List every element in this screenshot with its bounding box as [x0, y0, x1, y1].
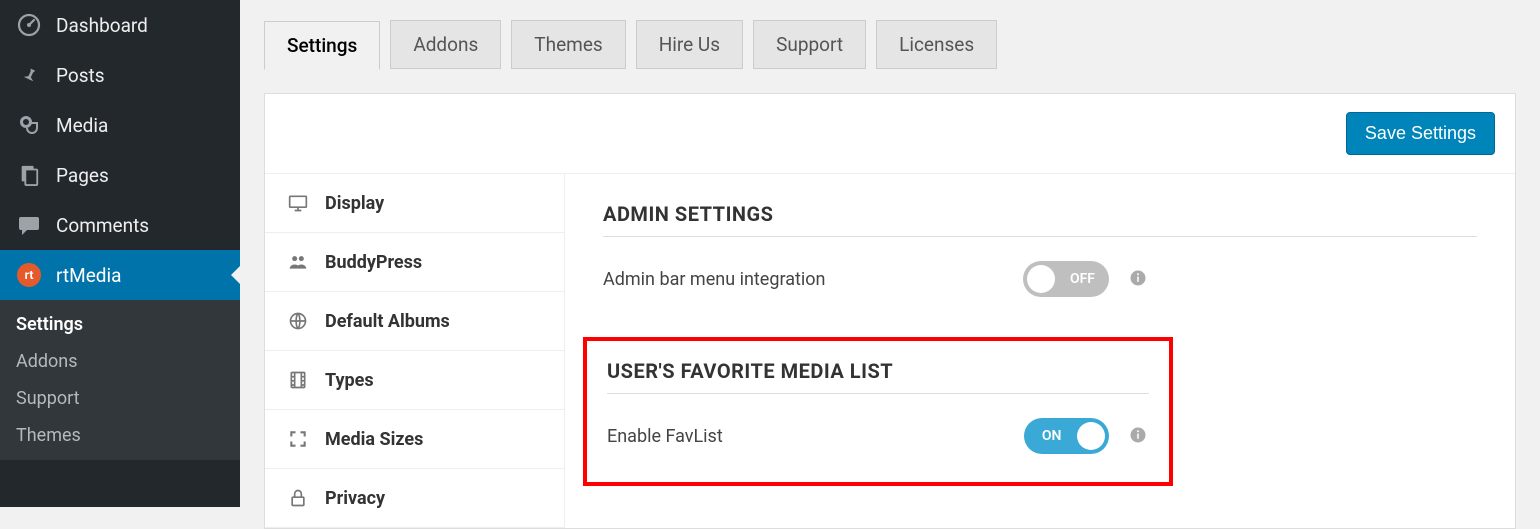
- tab-settings[interactable]: Settings: [264, 21, 380, 70]
- row-label: Admin bar menu integration: [603, 269, 1003, 290]
- admin-sidebar: Dashboard Posts Media Pages Comments rt …: [0, 0, 240, 507]
- tab-themes[interactable]: Themes: [511, 20, 625, 69]
- sidebar-item-comments[interactable]: Comments: [0, 200, 240, 250]
- row-label: Enable FavList: [607, 426, 1004, 447]
- lock-icon: [287, 487, 309, 509]
- sidebar-submenu: Settings Addons Support Themes: [0, 300, 240, 460]
- nav-display[interactable]: Display: [265, 174, 564, 233]
- expand-icon: [287, 428, 309, 450]
- monitor-icon: [287, 192, 309, 214]
- section-title: USER'S FAVORITE MEDIA LIST: [607, 359, 1149, 394]
- tab-licenses[interactable]: Licenses: [876, 20, 997, 69]
- info-icon[interactable]: [1129, 426, 1149, 446]
- submenu-settings[interactable]: Settings: [0, 306, 240, 343]
- tab-addons[interactable]: Addons: [390, 20, 501, 69]
- nav-types[interactable]: Types: [265, 351, 564, 410]
- section-title: ADMIN SETTINGS: [603, 202, 1477, 237]
- sidebar-item-posts[interactable]: Posts: [0, 50, 240, 100]
- settings-nav: Display BuddyPress Default Albums: [265, 174, 565, 528]
- sidebar-item-rtmedia[interactable]: rt rtMedia: [0, 250, 240, 300]
- sidebar-label: Dashboard: [56, 14, 148, 37]
- rtmedia-icon: rt: [16, 262, 42, 288]
- sidebar-label: Media: [56, 114, 108, 137]
- toggle-text: OFF: [1070, 271, 1095, 287]
- nav-buddypress[interactable]: BuddyPress: [265, 233, 564, 292]
- nav-label: Display: [325, 193, 384, 214]
- toggle-knob: [1077, 422, 1105, 450]
- admin-settings-section: ADMIN SETTINGS Admin bar menu integratio…: [603, 202, 1477, 297]
- nav-default-albums[interactable]: Default Albums: [265, 292, 564, 351]
- group-icon: [287, 251, 309, 273]
- pages-icon: [16, 162, 42, 188]
- nav-label: Default Albums: [325, 311, 450, 332]
- comments-icon: [16, 212, 42, 238]
- nav-privacy[interactable]: Privacy: [265, 469, 564, 528]
- tab-hireus[interactable]: Hire Us: [636, 20, 743, 69]
- toggle-knob: [1027, 265, 1055, 293]
- enable-favlist-row: Enable FavList ON: [607, 418, 1149, 454]
- settings-panel: Save Settings Display BuddyPress: [264, 93, 1516, 529]
- nav-label: Types: [325, 370, 374, 391]
- nav-media-sizes[interactable]: Media Sizes: [265, 410, 564, 469]
- dashboard-icon: [16, 12, 42, 38]
- sidebar-label: Comments: [56, 214, 149, 237]
- info-icon[interactable]: [1129, 269, 1149, 289]
- sidebar-label: Posts: [56, 64, 105, 87]
- favlist-highlight: USER'S FAVORITE MEDIA LIST Enable FavLis…: [583, 337, 1173, 486]
- nav-label: Privacy: [325, 488, 385, 509]
- admin-bar-row: Admin bar menu integration OFF: [603, 261, 1477, 297]
- pin-icon: [16, 62, 42, 88]
- toggle-text: ON: [1042, 428, 1062, 444]
- panel-header: Save Settings: [265, 94, 1515, 174]
- nav-label: Media Sizes: [325, 429, 423, 450]
- main-content: Settings Addons Themes Hire Us Support L…: [240, 0, 1540, 507]
- settings-content: ADMIN SETTINGS Admin bar menu integratio…: [565, 174, 1515, 528]
- favlist-toggle[interactable]: ON: [1024, 418, 1109, 454]
- sidebar-item-media[interactable]: Media: [0, 100, 240, 150]
- sidebar-item-dashboard[interactable]: Dashboard: [0, 0, 240, 50]
- admin-bar-toggle[interactable]: OFF: [1023, 261, 1109, 297]
- tabs: Settings Addons Themes Hire Us Support L…: [264, 20, 1516, 69]
- nav-label: BuddyPress: [325, 252, 422, 273]
- submenu-addons[interactable]: Addons: [0, 343, 240, 380]
- submenu-support[interactable]: Support: [0, 380, 240, 417]
- sidebar-label: rtMedia: [56, 264, 121, 287]
- film-icon: [287, 369, 309, 391]
- media-icon: [16, 112, 42, 138]
- tab-support[interactable]: Support: [753, 20, 866, 69]
- submenu-themes[interactable]: Themes: [0, 417, 240, 454]
- sidebar-label: Pages: [56, 164, 109, 187]
- save-settings-button[interactable]: Save Settings: [1346, 112, 1495, 155]
- sidebar-item-pages[interactable]: Pages: [0, 150, 240, 200]
- panel-body: Display BuddyPress Default Albums: [265, 174, 1515, 528]
- globe-icon: [287, 310, 309, 332]
